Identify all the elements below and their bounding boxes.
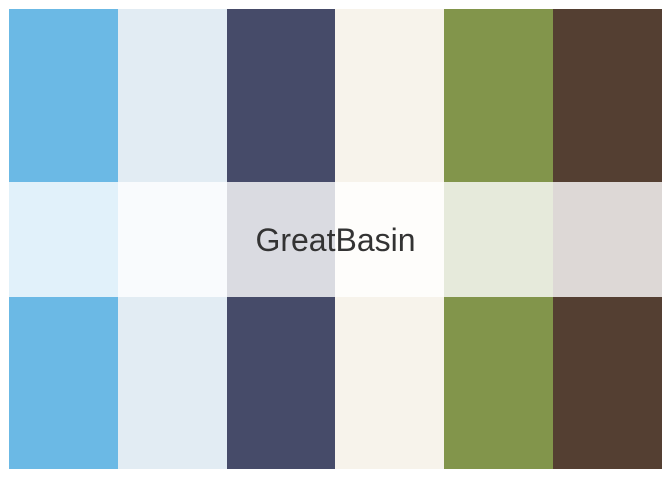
palette-name: GreatBasin [255, 221, 416, 258]
palette-name-band: GreatBasin [9, 182, 662, 297]
